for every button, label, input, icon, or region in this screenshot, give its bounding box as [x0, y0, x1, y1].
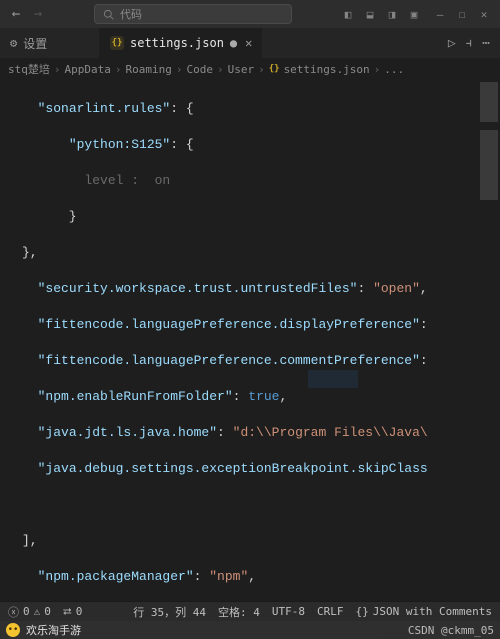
tab-settings-json[interactable]: {} settings.json ● ✕	[100, 28, 263, 58]
close-icon[interactable]: ✕	[474, 8, 494, 21]
search-placeholder: 代码	[120, 6, 142, 22]
panel-left-icon[interactable]: ◧	[338, 8, 358, 21]
nav-buttons: ← →	[6, 6, 48, 22]
json-file-icon: {}	[269, 64, 280, 74]
warning-icon: ⚠	[34, 605, 41, 618]
error-icon: ⓧ	[8, 604, 19, 620]
status-lncol[interactable]: 行 35，列 44	[133, 604, 206, 620]
status-encoding[interactable]: UTF-8	[272, 604, 305, 620]
panel-right-icon[interactable]: ◨	[382, 8, 402, 21]
smiley-icon: ••	[6, 623, 20, 637]
port-icon: ⮂	[63, 605, 72, 619]
breadcrumb[interactable]: stq楚培› AppData› Roaming› Code› User› {} …	[0, 58, 500, 80]
status-language[interactable]: {} JSON with Comments	[356, 604, 492, 620]
code-content[interactable]: "sonarlint.rules": { "python:S125": { le…	[22, 82, 476, 601]
more-icon[interactable]: ⋯	[482, 36, 490, 51]
window-controls: — ☐ ✕	[430, 8, 494, 21]
tab-settings[interactable]: ⚙ 设置	[0, 28, 100, 58]
minimize-icon[interactable]: —	[430, 8, 450, 21]
bc-seg[interactable]: settings.json	[284, 63, 370, 76]
tab-bar: ⚙ 设置 {} settings.json ● ✕ ▷ ⫞ ⋯	[0, 28, 500, 58]
back-icon[interactable]: ←	[6, 6, 26, 22]
forward-icon[interactable]: →	[28, 6, 48, 22]
search-icon	[103, 9, 114, 20]
bc-seg[interactable]: Roaming	[125, 63, 171, 76]
bc-seg[interactable]: Code	[186, 63, 213, 76]
bc-seg[interactable]: stq楚培	[8, 61, 50, 77]
bc-seg[interactable]: AppData	[65, 63, 111, 76]
status-ports[interactable]: ⮂ 0	[63, 605, 82, 619]
tab-close-icon[interactable]: ✕	[245, 36, 252, 50]
split-editor-icon[interactable]: ⫞	[466, 36, 473, 51]
bc-seg[interactable]: User	[228, 63, 255, 76]
command-center-search[interactable]: 代码	[94, 4, 292, 24]
tab-label: settings.json	[130, 36, 224, 50]
dirty-indicator: ●	[230, 36, 237, 50]
tab-label: 设置	[23, 35, 47, 52]
editor[interactable]: "sonarlint.rules": { "python:S125": { le…	[0, 80, 500, 601]
editor-actions: ▷ ⫞ ⋯	[438, 28, 500, 58]
status-errors[interactable]: ⓧ 0 ⚠ 0	[8, 604, 51, 620]
watermark-right: CSDN @ckmm_05	[408, 624, 494, 637]
title-bar: ← → 代码 ◧ ⬓ ◨ ▣ — ☐ ✕	[0, 0, 500, 28]
watermark-left: 欢乐淘手游	[26, 622, 81, 638]
status-bar: ⓧ 0 ⚠ 0 ⮂ 0 行 35，列 44 空格: 4 UTF-8 CRLF {…	[0, 601, 500, 621]
status-eol[interactable]: CRLF	[317, 604, 344, 620]
layout-icon[interactable]: ▣	[404, 8, 424, 21]
panel-bottom-icon[interactable]: ⬓	[360, 8, 380, 21]
minimap[interactable]	[478, 80, 500, 601]
bc-tail: ...	[384, 63, 404, 76]
run-icon[interactable]: ▷	[448, 36, 456, 51]
watermark-bar: •• 欢乐淘手游 CSDN @ckmm_05	[0, 621, 500, 639]
gear-icon: ⚙	[10, 36, 17, 50]
json-file-icon: {}	[110, 36, 124, 50]
layout-controls: ◧ ⬓ ◨ ▣	[338, 8, 424, 21]
status-spaces[interactable]: 空格: 4	[218, 604, 260, 620]
maximize-icon[interactable]: ☐	[452, 8, 472, 21]
